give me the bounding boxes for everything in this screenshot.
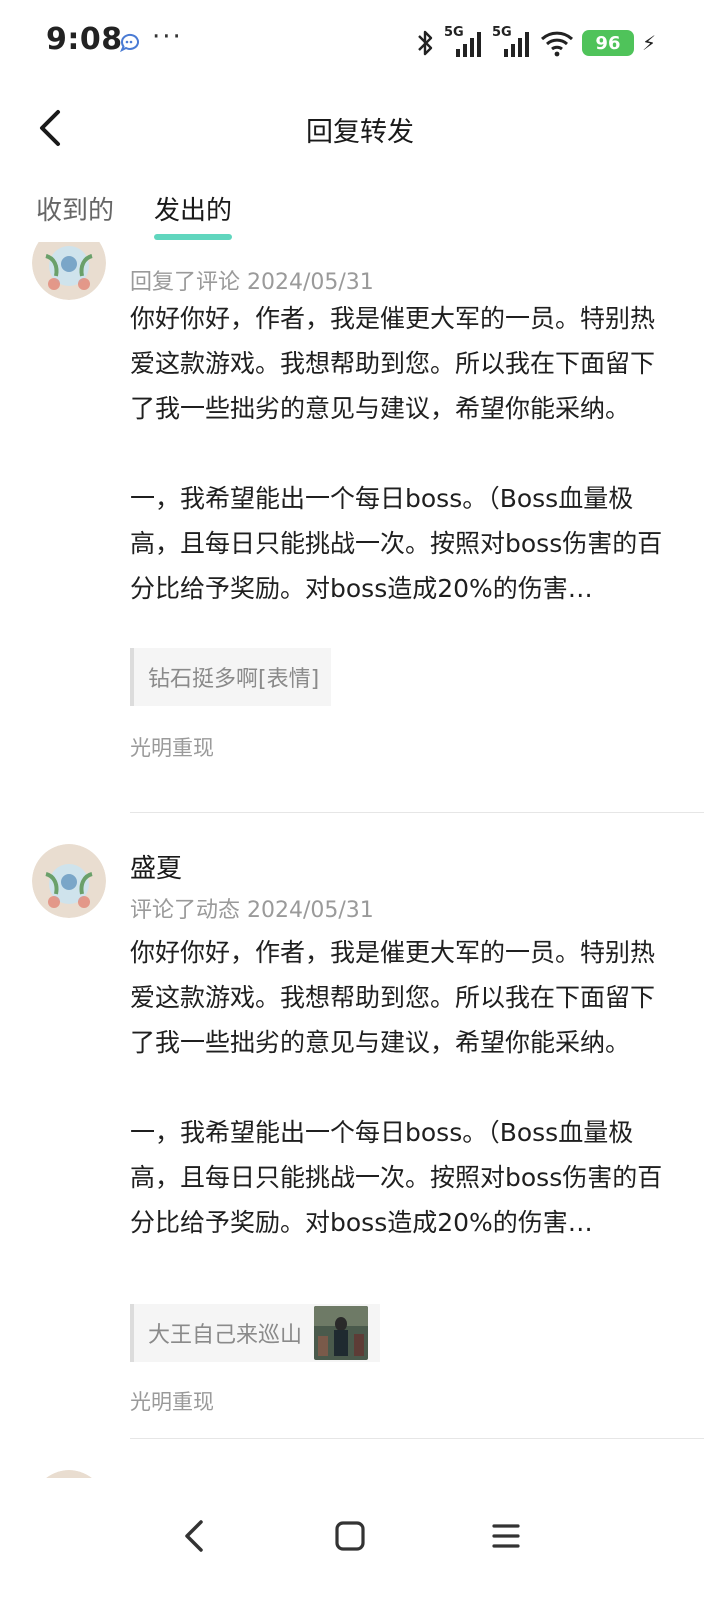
- user-name[interactable]: 盛夏: [130, 848, 182, 885]
- nav-menu-icon: [492, 1524, 520, 1548]
- comment-text[interactable]: 你好你好，作者，我是催更大军的一员。特别热爱这款游戏。我想帮助到您。所以我在下面…: [130, 930, 678, 1245]
- quoted-post[interactable]: 大王自己来巡山: [130, 1304, 381, 1362]
- tab-received[interactable]: 收到的: [36, 190, 114, 234]
- bluetooth-icon: [418, 30, 433, 56]
- network-type-label: 5G: [443, 25, 464, 40]
- nav-home-button[interactable]: [320, 1506, 380, 1566]
- divider: [130, 812, 704, 813]
- tab-bar: 收到的 发出的: [36, 190, 233, 240]
- quoted-thumbnail-image: [314, 1306, 369, 1360]
- avatar[interactable]: [32, 844, 106, 918]
- nav-back-button[interactable]: [164, 1506, 224, 1566]
- status-icons: 5G 5G 96 ⚡: [414, 25, 656, 60]
- reply-list[interactable]: 回复了评论 2024/05/31 你好你好，作者，我是催更大军的一员。特别热爱这…: [0, 242, 720, 1478]
- system-nav-bar: [0, 1480, 720, 1602]
- quoted-text: 大王自己来巡山: [148, 1323, 303, 1348]
- signal-1-icon: 5G: [443, 25, 484, 59]
- signal-2-icon: 5G: [491, 25, 532, 59]
- reply-meta: 评论了动态 2024/05/31: [130, 898, 374, 923]
- quoted-post[interactable]: 钻石挺多啊[表情]: [130, 648, 332, 706]
- reply-meta: 回复了评论 2024/05/31: [130, 270, 374, 295]
- battery-level: 96: [581, 30, 634, 56]
- circle-name[interactable]: 光明重现: [130, 1386, 214, 1416]
- avatar[interactable]: [32, 1470, 106, 1478]
- wifi-icon: [540, 31, 573, 57]
- nav-home-icon: [335, 1521, 365, 1551]
- network-type-label: 5G: [491, 25, 512, 40]
- tab-sent[interactable]: 发出的: [154, 190, 233, 240]
- clock: 9:08: [46, 22, 123, 57]
- avatar[interactable]: [32, 242, 106, 300]
- quoted-text: 钻石挺多啊[表情]: [148, 667, 320, 692]
- header: 回复转发: [0, 92, 720, 164]
- circle-name[interactable]: 光明重现: [130, 732, 214, 762]
- nav-back-icon: [185, 1520, 203, 1552]
- divider: [130, 1438, 704, 1439]
- nav-menu-button[interactable]: [476, 1506, 536, 1566]
- comment-text[interactable]: 你好你好，作者，我是催更大军的一员。特别热爱这款游戏。我想帮助到您。所以我在下面…: [130, 296, 678, 611]
- message-bubble-icon: [120, 33, 139, 53]
- charging-icon: ⚡: [641, 31, 656, 55]
- page-title: 回复转发: [306, 117, 414, 148]
- status-bar: 9:08 ··· 5G 5G 96 ⚡: [0, 0, 720, 86]
- more-notifications-icon: ···: [152, 22, 183, 52]
